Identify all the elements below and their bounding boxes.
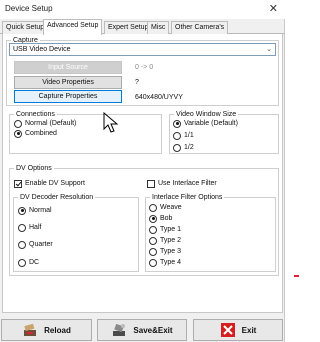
radio-1-2-circle	[173, 143, 181, 152]
radio-bob-circle	[149, 214, 157, 223]
video-properties-value: ?	[135, 79, 139, 86]
tab-misc[interactable]: Misc	[147, 21, 170, 34]
enable-dv-support-checkbox[interactable]: Enable DV Support	[14, 179, 85, 188]
connections-normal-label: Normal (Default)	[25, 120, 77, 127]
radio-weave-circle	[149, 203, 157, 212]
use-interlace-filter-checkbox[interactable]: Use Interlace Filter	[147, 179, 217, 188]
interlace-type1-label: Type 1	[160, 226, 182, 233]
window-title: Device Setup	[5, 4, 53, 13]
chevron-down-icon: ⌄	[266, 46, 272, 53]
decoder-dc-radio[interactable]: DC	[18, 258, 39, 267]
input-source-value: 0 -> 0	[135, 64, 154, 71]
background-edge-mark	[294, 275, 299, 277]
decoder-quarter-label: Quarter	[29, 241, 53, 248]
interlace-type2-label: Type 2	[160, 237, 182, 244]
connections-normal-radio[interactable]: Normal (Default)	[14, 119, 76, 128]
decoder-half-label: Half	[29, 224, 42, 231]
window-size-1-1-label: 1/1	[184, 132, 194, 139]
video-window-size-group-label: Video Window Size	[174, 110, 239, 119]
enable-dv-support-label: Enable DV Support	[25, 180, 85, 187]
interlace-bob-label: Bob	[160, 215, 173, 222]
radio-type1-circle	[149, 225, 157, 234]
decoder-dc-label: DC	[29, 259, 40, 266]
interlace-filter-options-label: Interlace Filter Options	[150, 193, 225, 202]
radio-decoder-quarter-circle	[18, 240, 26, 249]
interlace-type3-radio[interactable]: Type 3	[149, 247, 181, 256]
exit-icon	[220, 323, 235, 337]
radio-normal-default-circle	[14, 119, 22, 128]
interlace-weave-label: Weave	[160, 204, 182, 211]
radio-variable-circle	[173, 119, 181, 128]
interlace-weave-radio[interactable]: Weave	[149, 203, 182, 212]
decoder-half-radio[interactable]: Half	[18, 223, 41, 232]
interlace-bob-radio[interactable]: Bob	[149, 214, 172, 223]
radio-combined-circle	[14, 129, 22, 138]
dv-options-group-label: DV Options	[14, 164, 54, 173]
title-bar: Device Setup ✕	[0, 0, 285, 19]
input-source-button[interactable]: Input Source	[14, 61, 122, 74]
interlace-type4-radio[interactable]: Type 4	[149, 258, 181, 267]
capture-properties-value: 640x480/UYVY	[135, 94, 183, 101]
save-exit-icon	[113, 323, 126, 336]
tab-other-cameras[interactable]: Other Camera's	[171, 21, 229, 34]
dv-decoder-resolution-label: DV Decoder Resolution	[18, 193, 96, 202]
radio-decoder-half-circle	[18, 223, 26, 232]
video-properties-button[interactable]: Video Properties	[14, 76, 122, 89]
decoder-quarter-radio[interactable]: Quarter	[18, 240, 53, 249]
reload-label: Reload	[44, 325, 71, 335]
tab-quick-setup[interactable]: Quick Setup	[2, 21, 49, 34]
tab-advanced-setup[interactable]: Advanced Setup	[43, 19, 103, 35]
radio-type3-circle	[149, 247, 157, 256]
capture-properties-button[interactable]: Capture Properties	[14, 90, 122, 103]
use-interlace-filter-box	[147, 179, 155, 188]
decoder-normal-label: Normal	[29, 207, 52, 214]
capture-device-select[interactable]: USB Video Device ⌄	[9, 43, 276, 56]
use-interlace-filter-label: Use Interlace Filter	[158, 180, 217, 187]
connections-combined-label: Combined	[25, 130, 57, 137]
interlace-type2-radio[interactable]: Type 2	[149, 236, 181, 245]
radio-decoder-normal-circle	[18, 206, 26, 215]
exit-button[interactable]: Exit	[193, 319, 283, 341]
radio-type2-circle	[149, 236, 157, 245]
enable-dv-support-box	[14, 179, 22, 188]
save-exit-button[interactable]: Save&Exit	[97, 319, 187, 341]
window-size-variable-label: Variable (Default)	[184, 120, 238, 127]
decoder-normal-radio[interactable]: Normal	[18, 206, 52, 215]
radio-type4-circle	[149, 258, 157, 267]
reload-icon	[24, 323, 37, 336]
interlace-type4-label: Type 4	[160, 259, 182, 266]
tab-expert-setup[interactable]: Expert Setup	[104, 21, 153, 34]
save-exit-label: Save&Exit	[133, 325, 173, 335]
exit-label: Exit	[241, 325, 257, 335]
connections-group-label: Connections	[14, 110, 57, 119]
reload-button[interactable]: Reload	[1, 319, 92, 341]
window-size-1-2-radio[interactable]: 1/2	[173, 143, 194, 152]
radio-1-1-circle	[173, 131, 181, 140]
connections-combined-radio[interactable]: Combined	[14, 129, 57, 138]
window-size-1-1-radio[interactable]: 1/1	[173, 131, 194, 140]
mouse-cursor-icon	[103, 112, 119, 133]
radio-decoder-dc-circle	[18, 258, 26, 267]
window-size-1-2-label: 1/2	[184, 144, 194, 151]
close-icon[interactable]: ✕	[269, 2, 278, 15]
tab-strip: Quick Setup Advanced Setup Expert Setup …	[0, 19, 285, 35]
device-setup-window: Device Setup ✕ Quick Setup Advanced Setu…	[0, 0, 285, 342]
window-size-variable-radio[interactable]: Variable (Default)	[173, 119, 238, 128]
interlace-type3-label: Type 3	[160, 248, 182, 255]
capture-device-value: USB Video Device	[13, 46, 71, 53]
interlace-type1-radio[interactable]: Type 1	[149, 225, 181, 234]
